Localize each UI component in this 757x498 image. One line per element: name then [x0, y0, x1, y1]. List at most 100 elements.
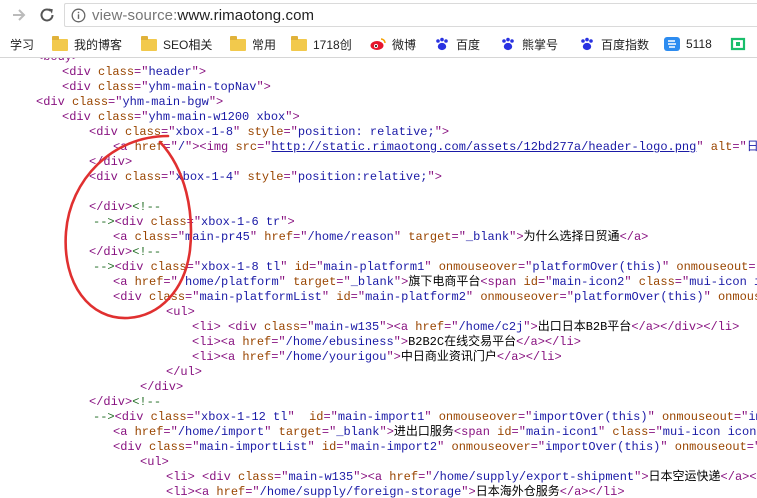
source-line: <div class="yhm-main-w1200 xbox"> [62, 110, 300, 125]
source-token: mui-icon iconfont ic [662, 425, 757, 439]
source-line: <a class="main-pr45" href="/home/reason"… [113, 230, 648, 245]
source-token: " [661, 260, 677, 274]
source-token: =" [323, 410, 338, 424]
source-token: --> [93, 260, 115, 274]
source-token: =" [257, 140, 272, 154]
bookmark-label: 常用 [252, 37, 277, 52]
source-token: </div> [89, 155, 133, 169]
source-token: "> [427, 170, 442, 184]
source-token: " [647, 410, 662, 424]
address-bar[interactable]: view-source:www.rimaotong.com [64, 3, 757, 27]
source-token: xbox-1-6 tr [201, 215, 281, 229]
5118-icon [664, 37, 680, 51]
source-token: position: relative; [297, 125, 435, 139]
source-token: id [523, 275, 538, 289]
baidu-paw-icon [500, 37, 516, 51]
source-token: =" [163, 140, 178, 154]
source-token: "> [634, 470, 649, 484]
source-token: main-w135 [288, 470, 354, 484]
source-token: class [149, 290, 186, 304]
reload-button[interactable] [36, 4, 58, 26]
source-token: "> [191, 65, 207, 79]
source-token: " [597, 425, 613, 439]
source-token: " [660, 440, 675, 454]
source-line: </div><!-- [89, 245, 161, 260]
source-link[interactable]: http://static.rimaotong.com/assets/12bd2… [271, 140, 696, 154]
source-token: <div [113, 290, 150, 304]
source-token: " [424, 410, 439, 424]
source-token: =" [300, 320, 315, 334]
bookmark-item[interactable]: 学习 [10, 34, 34, 54]
info-icon[interactable] [71, 8, 86, 23]
source-token: <a [113, 230, 135, 244]
source-token: =" [185, 440, 200, 454]
source-token: =" [134, 65, 149, 79]
source-line: <div class="xbox-1-4" style="position:re… [89, 170, 442, 185]
source-token: main-w135 [314, 320, 380, 334]
bookmark-item[interactable]: 常用 [230, 34, 276, 54]
source-token: main-icon2 [552, 275, 625, 289]
source-token: style [247, 125, 284, 139]
source-token: /home/supply/export-shipment [432, 470, 635, 484]
bookmark-item[interactable]: 熊掌号 [500, 34, 558, 54]
source-line: <ul> [166, 305, 195, 320]
source-token: </div> [89, 245, 133, 259]
source-token: class [98, 80, 135, 94]
source-token: main-import1 [337, 410, 425, 424]
source-line: <li> <div class="main-w135"><a href="/ho… [192, 320, 739, 335]
arrow-right-icon [13, 9, 26, 21]
source-token: <li> <div [192, 320, 265, 334]
bookmark-item[interactable]: 百度 [434, 34, 480, 54]
source-token: </div> [89, 395, 133, 409]
source-token: "> [393, 335, 409, 349]
source-token: class [125, 170, 162, 184]
source-token: </ul> [166, 365, 203, 379]
source-token: =" [163, 425, 178, 439]
source-token: onmouseover [451, 440, 531, 454]
source-token: " [264, 425, 279, 439]
bookmark-item[interactable]: 1718创 [291, 34, 352, 54]
source-token: "> [523, 320, 538, 334]
source-token: </a></div></li> [631, 320, 740, 334]
source-token: href [134, 425, 164, 439]
source-token: </a> [619, 230, 649, 244]
bookmark-item[interactable] [730, 34, 752, 54]
source-token: =" [537, 275, 553, 289]
bookmark-label: 我的博客 [74, 37, 123, 52]
source-token: <span [480, 275, 524, 289]
source-token: =" [283, 125, 298, 139]
source-token: <div [89, 170, 126, 184]
source-token: class [149, 440, 186, 454]
bookmark-item[interactable]: SEO相关 [141, 34, 212, 54]
bookmark-item[interactable]: 5118 [664, 34, 712, 54]
source-token: =" [732, 140, 747, 154]
source-token: <div [89, 125, 126, 139]
source-token: class [638, 275, 675, 289]
source-token: "> [509, 230, 524, 244]
folder-icon [291, 36, 307, 51]
source-token: =" [161, 170, 176, 184]
source-token: importOver(this) [545, 440, 661, 454]
source-token: yhm-main-bgw [122, 95, 209, 109]
source-token: <li><a [192, 350, 243, 364]
bookmark-item[interactable]: 微博 [370, 34, 416, 54]
source-token: href [134, 275, 164, 289]
source-token: =" [170, 230, 186, 244]
source-token: target [278, 425, 322, 439]
source-line: <li><a href="/home/yourigou">中日商业资讯门户</a… [192, 350, 562, 365]
source-token: /home/supply/foreign-storage [259, 485, 462, 498]
browser-toolbar: view-source:www.rimaotong.com [0, 0, 757, 30]
source-token: =" [186, 215, 202, 229]
url-host: www.rimaotong.com [177, 7, 315, 24]
source-token: class [612, 425, 649, 439]
bookmark-item[interactable]: 百度指数 [579, 34, 649, 54]
source-token: " [703, 290, 718, 304]
source-line: --><div class="xbox-1-8 tl" id="main-pla… [93, 260, 757, 275]
source-token: " [696, 140, 711, 154]
back-button[interactable] [8, 4, 30, 26]
source-token: <body> [36, 58, 79, 64]
source-token: xbox-1-12 tl [201, 410, 288, 424]
bookmark-item[interactable]: 我的博客 [52, 34, 122, 54]
source-token: 出口日本B2B平台 [537, 320, 632, 334]
source-token: <div [62, 65, 99, 79]
